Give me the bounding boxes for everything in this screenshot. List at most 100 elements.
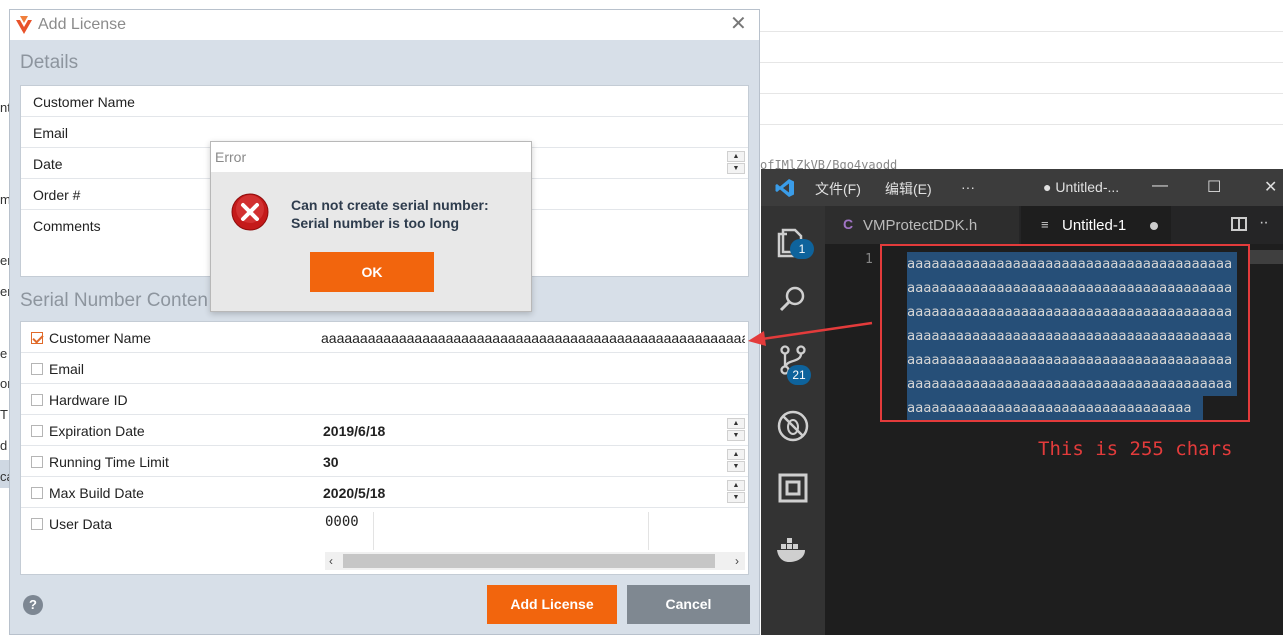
field-label: Running Time Limit bbox=[49, 454, 169, 470]
unsaved-dot-icon[interactable] bbox=[1150, 222, 1158, 230]
debug-icon[interactable] bbox=[775, 408, 811, 444]
add-license-button[interactable]: Add License bbox=[487, 585, 617, 624]
vscode-logo-icon bbox=[775, 179, 794, 197]
spin-up-icon[interactable]: ▲ bbox=[727, 480, 745, 491]
window-title: ● Untitled-... bbox=[1043, 179, 1120, 195]
tab-label: Untitled-1 bbox=[1062, 217, 1127, 234]
running-time-limit-checkbox[interactable] bbox=[31, 456, 43, 468]
expiration-date-spinner[interactable]: ▲ ▼ bbox=[727, 418, 745, 442]
field-label: Order # bbox=[33, 187, 81, 203]
annotation-highlight-box bbox=[880, 244, 1250, 422]
serial-section-title: Serial Number Conten bbox=[20, 290, 208, 311]
help-icon[interactable]: ? bbox=[23, 595, 43, 615]
error-message-line: Can not create serial number: bbox=[291, 197, 489, 213]
spin-down-icon[interactable]: ▼ bbox=[727, 492, 745, 503]
field-label: Email bbox=[49, 361, 85, 377]
menu-edit[interactable]: 编辑(E) bbox=[885, 179, 932, 199]
field-label: Customer Name bbox=[33, 94, 135, 110]
serial-row-max-build-date[interactable]: Max Build Date 2020/5/18 ▲ ▼ bbox=[21, 477, 748, 508]
annotation-note: This is 255 chars bbox=[1038, 438, 1233, 460]
error-titlebar[interactable]: Error bbox=[211, 142, 531, 172]
error-message-line: Serial number is too long bbox=[291, 215, 460, 231]
serial-row-hardware-id[interactable]: Hardware ID bbox=[21, 384, 748, 415]
ok-button[interactable]: OK bbox=[310, 252, 434, 292]
app-logo-icon bbox=[16, 16, 32, 34]
hardware-id-checkbox[interactable] bbox=[31, 394, 43, 406]
docker-icon[interactable] bbox=[775, 532, 811, 568]
activity-bar: 1 21 bbox=[761, 206, 825, 635]
error-icon bbox=[231, 193, 269, 231]
expiration-date-checkbox[interactable] bbox=[31, 425, 43, 437]
dialog-title: Add License bbox=[38, 16, 127, 33]
running-time-limit-spinner[interactable]: ▲ ▼ bbox=[727, 449, 745, 473]
max-build-date-checkbox[interactable] bbox=[31, 487, 43, 499]
line-number: 1 bbox=[865, 252, 873, 267]
max-build-date-spinner[interactable]: ▲ ▼ bbox=[727, 480, 745, 504]
bg-row-divider bbox=[760, 31, 1283, 32]
field-label: Expiration Date bbox=[49, 423, 145, 439]
details-row-customer-name[interactable]: Customer Name bbox=[21, 86, 748, 117]
spin-down-icon[interactable]: ▼ bbox=[727, 430, 745, 441]
dialog-titlebar[interactable]: Add License ✕ bbox=[10, 10, 759, 40]
serial-row-user-data[interactable]: User Data 0000 ‹ › bbox=[21, 508, 748, 574]
tab-label: VMProtectDDK.h bbox=[863, 217, 978, 234]
serial-row-email[interactable]: Email bbox=[21, 353, 748, 384]
serial-row-running-time-limit[interactable]: Running Time Limit 30 ▲ ▼ bbox=[21, 446, 748, 477]
customer-name-checkbox[interactable] bbox=[31, 332, 43, 344]
menu-file[interactable]: 文件(F) bbox=[815, 179, 861, 199]
user-data-hex-editor[interactable]: 0000 ‹ › bbox=[321, 508, 748, 574]
customer-name-value[interactable]: aaaaaaaaaaaaaaaaaaaaaaaaaaaaaaaaaaaaaaaa… bbox=[321, 330, 745, 346]
add-license-dialog: Add License ✕ Details Customer Name Emai… bbox=[9, 9, 760, 635]
extensions-icon[interactable] bbox=[775, 470, 811, 506]
scroll-left-icon[interactable]: ‹ bbox=[329, 552, 333, 570]
more-actions-icon[interactable]: ·· bbox=[1259, 214, 1269, 232]
field-label: Email bbox=[33, 125, 69, 141]
c-file-icon: C bbox=[843, 216, 854, 232]
text-file-icon: ≡ bbox=[1041, 217, 1049, 232]
field-label: User Data bbox=[49, 516, 113, 532]
menu-more[interactable]: ··· bbox=[961, 179, 975, 195]
field-label: Date bbox=[33, 156, 63, 172]
spin-up-icon[interactable]: ▲ bbox=[727, 418, 745, 429]
user-data-value[interactable]: 0000 bbox=[325, 514, 359, 530]
editor-tab-bar: C VMProtectDDK.h ≡ Untitled-1 ·· bbox=[825, 206, 1283, 244]
spin-down-icon[interactable]: ▼ bbox=[727, 163, 745, 174]
user-data-checkbox[interactable] bbox=[31, 518, 43, 530]
serial-panel: Customer Name aaaaaaaaaaaaaaaaaaaaaaaaaa… bbox=[20, 321, 749, 575]
hex-divider bbox=[648, 512, 649, 550]
maximize-icon[interactable]: ☐ bbox=[1207, 177, 1221, 197]
tab-untitled-1[interactable]: ≡ Untitled-1 bbox=[1021, 206, 1171, 244]
field-label: Customer Name bbox=[49, 330, 151, 346]
error-message: Can not create serial number: Serial num… bbox=[291, 196, 489, 232]
scrollbar-thumb[interactable] bbox=[343, 554, 715, 568]
details-section-title: Details bbox=[20, 52, 79, 73]
close-icon[interactable]: ✕ bbox=[730, 14, 747, 34]
spin-up-icon[interactable]: ▲ bbox=[727, 151, 745, 162]
field-label: Max Build Date bbox=[49, 485, 144, 501]
hex-divider bbox=[373, 512, 374, 550]
source-control-badge: 21 bbox=[787, 365, 811, 385]
running-time-limit-value[interactable]: 30 bbox=[323, 454, 339, 470]
field-label: Comments bbox=[33, 218, 101, 234]
serial-row-customer-name[interactable]: Customer Name aaaaaaaaaaaaaaaaaaaaaaaaaa… bbox=[21, 322, 748, 353]
date-spinner[interactable]: ▲ ▼ bbox=[727, 151, 745, 175]
minimize-icon[interactable]: — bbox=[1152, 177, 1168, 195]
bg-row-divider bbox=[760, 62, 1283, 63]
search-icon[interactable] bbox=[775, 282, 811, 318]
scroll-right-icon[interactable]: › bbox=[735, 552, 739, 570]
cancel-button[interactable]: Cancel bbox=[627, 585, 750, 624]
spin-up-icon[interactable]: ▲ bbox=[727, 449, 745, 460]
max-build-date-value[interactable]: 2020/5/18 bbox=[323, 485, 385, 501]
serial-row-expiration-date[interactable]: Expiration Date 2019/6/18 ▲ ▼ bbox=[21, 415, 748, 446]
minimap[interactable] bbox=[1250, 250, 1283, 264]
close-icon[interactable]: ✕ bbox=[1264, 177, 1277, 197]
tab-vmprotectddk[interactable]: C VMProtectDDK.h bbox=[825, 206, 1019, 244]
email-checkbox[interactable] bbox=[31, 363, 43, 375]
spin-down-icon[interactable]: ▼ bbox=[727, 461, 745, 472]
expiration-date-value[interactable]: 2019/6/18 bbox=[323, 423, 385, 439]
error-title: Error bbox=[215, 149, 247, 165]
split-editor-icon[interactable] bbox=[1231, 217, 1247, 231]
horizontal-scrollbar[interactable]: ‹ › bbox=[325, 552, 745, 570]
error-dialog: Error Can not create serial number: Seri… bbox=[210, 141, 532, 312]
vscode-titlebar[interactable]: 文件(F) 编辑(E) ··· ● Untitled-... — ☐ ✕ bbox=[761, 169, 1283, 206]
